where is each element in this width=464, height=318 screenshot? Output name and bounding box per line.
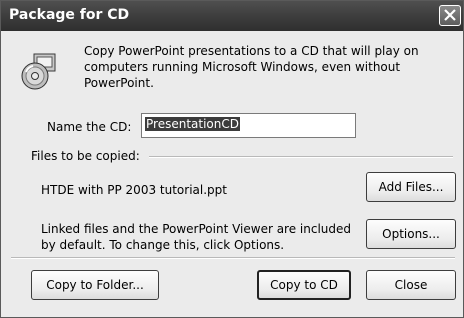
name-cd-label: Name the CD: xyxy=(47,120,132,134)
copy-to-folder-button[interactable]: Copy to Folder... xyxy=(31,270,159,300)
group-divider xyxy=(149,156,453,158)
close-button[interactable]: Close xyxy=(366,270,456,300)
title-bar[interactable]: Package for CD xyxy=(1,1,463,31)
description-text: Copy PowerPoint presentations to a CD th… xyxy=(84,44,419,90)
title-close-button[interactable] xyxy=(439,5,461,26)
add-files-button[interactable]: Add Files... xyxy=(366,172,456,202)
footer-divider xyxy=(11,257,455,259)
cd-package-icon xyxy=(21,53,56,90)
linked-files-note: Linked files and the PowerPoint Viewer a… xyxy=(41,222,352,252)
close-icon xyxy=(444,9,456,21)
file-name: HTDE with PP 2003 tutorial.ppt xyxy=(41,183,227,197)
files-group-label: Files to be copied: xyxy=(31,149,140,163)
package-for-cd-dialog: Package for CD Copy PowerPoint presentat… xyxy=(0,0,464,318)
copy-to-cd-button[interactable]: Copy to CD xyxy=(257,270,351,300)
dialog-title: Package for CD xyxy=(9,7,130,23)
cd-name-value: PresentationCD xyxy=(145,117,240,131)
options-button[interactable]: Options... xyxy=(366,219,456,249)
cd-name-input[interactable]: PresentationCD xyxy=(141,113,356,138)
